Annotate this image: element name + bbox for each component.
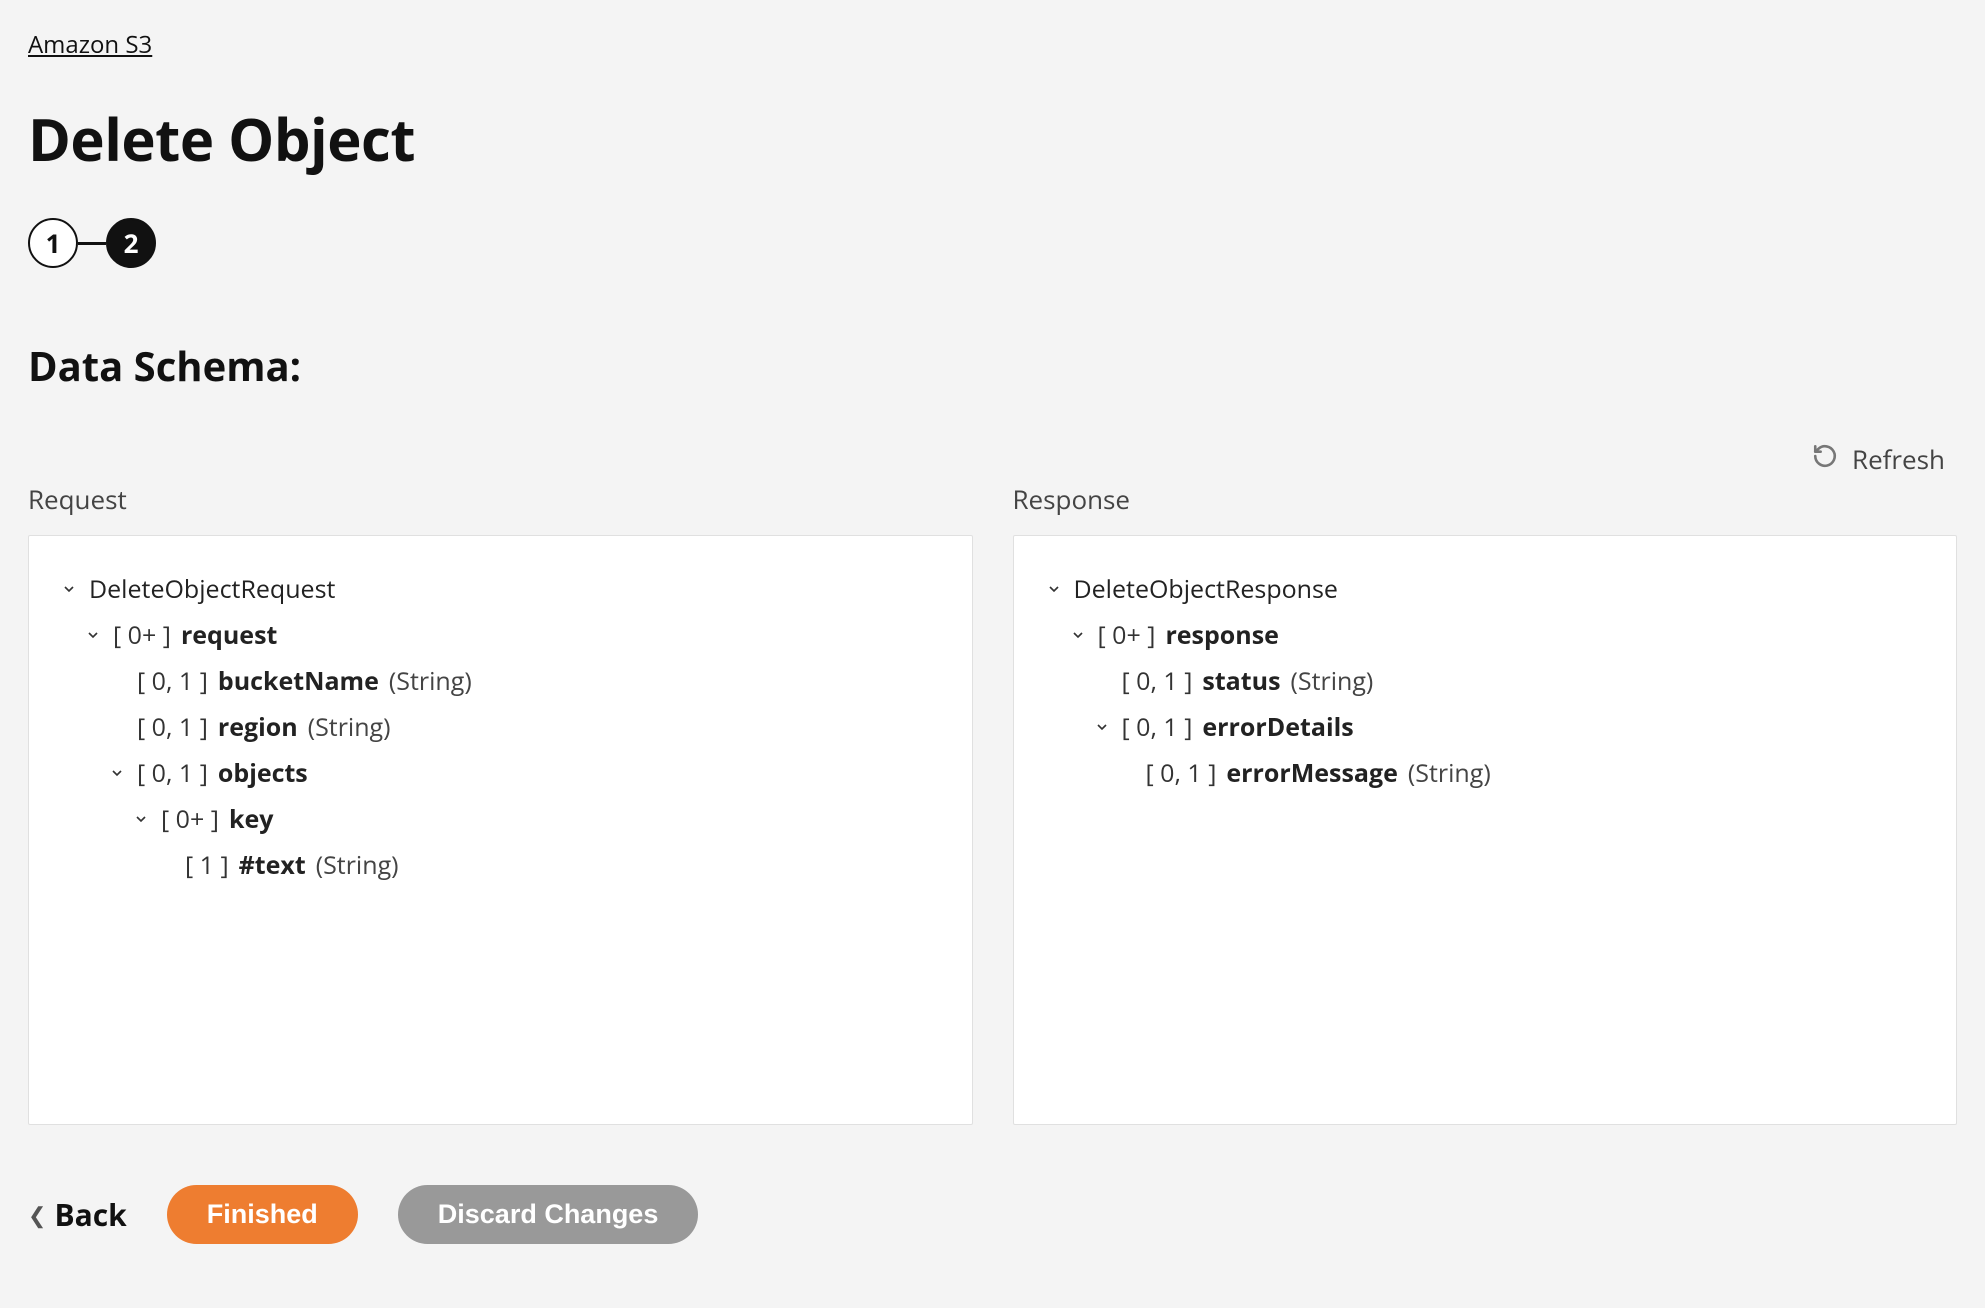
discard-changes-button[interactable]: Discard Changes <box>398 1185 699 1244</box>
refresh-button[interactable]: Refresh <box>1812 441 1945 477</box>
chevron-left-icon: ❮ <box>28 1200 46 1230</box>
tree-node-cardinality: [ 0, 1 ] <box>137 664 208 698</box>
response-column-label: Response <box>1013 481 1958 517</box>
tree-row-errormessage[interactable]: [ 0, 1 ] errorMessage (String) <box>1044 750 1927 796</box>
tree-row-request[interactable]: [ 0+ ] request <box>59 612 942 658</box>
chevron-down-icon[interactable] <box>1044 581 1064 597</box>
section-heading: Data Schema: <box>28 338 1957 393</box>
request-panel: DeleteObjectRequest [ 0+ ] request [ 0, … <box>28 535 973 1125</box>
tree-row-request-root[interactable]: DeleteObjectRequest <box>59 566 942 612</box>
tree-node-name: request <box>181 618 277 652</box>
chevron-down-icon[interactable] <box>107 765 127 781</box>
response-panel: DeleteObjectResponse [ 0+ ] response [ 0… <box>1013 535 1958 1125</box>
refresh-label: Refresh <box>1852 441 1945 477</box>
request-column-label: Request <box>28 481 973 517</box>
footer-actions: ❮ Back Finished Discard Changes <box>28 1185 1957 1244</box>
back-label: Back <box>54 1194 126 1235</box>
tree-node-name: region <box>218 710 298 744</box>
tree-node-type: (String) <box>1291 664 1374 698</box>
chevron-down-icon[interactable] <box>131 811 151 827</box>
tree-node-name: key <box>229 802 274 836</box>
tree-node-cardinality: [ 0, 1 ] <box>1146 756 1217 790</box>
tree-node-cardinality: [ 1 ] <box>185 848 229 882</box>
chevron-down-icon[interactable] <box>1092 719 1112 735</box>
tree-node-name: objects <box>218 756 308 790</box>
tree-node-type: (String) <box>308 710 391 744</box>
step-1[interactable]: 1 <box>28 218 78 268</box>
finished-button[interactable]: Finished <box>167 1185 358 1244</box>
tree-node-cardinality: [ 0+ ] <box>161 802 219 836</box>
tree-row-text[interactable]: [ 1 ] #text (String) <box>59 842 942 888</box>
tree-node-cardinality: [ 0+ ] <box>113 618 171 652</box>
stepper: 1 2 <box>28 218 1957 268</box>
tree-node-label: DeleteObjectResponse <box>1074 572 1338 606</box>
tree-row-objects[interactable]: [ 0, 1 ] objects <box>59 750 942 796</box>
tree-row-key[interactable]: [ 0+ ] key <box>59 796 942 842</box>
tree-node-name: response <box>1165 618 1278 652</box>
tree-row-response-root[interactable]: DeleteObjectResponse <box>1044 566 1927 612</box>
tree-node-name: errorMessage <box>1226 756 1398 790</box>
tree-node-name: errorDetails <box>1202 710 1353 744</box>
tree-node-label: DeleteObjectRequest <box>89 572 335 606</box>
step-connector <box>78 242 106 245</box>
tree-node-type: (String) <box>389 664 472 698</box>
tree-row-errordetails[interactable]: [ 0, 1 ] errorDetails <box>1044 704 1927 750</box>
refresh-icon <box>1812 441 1838 477</box>
tree-node-name: bucketName <box>218 664 379 698</box>
step-2[interactable]: 2 <box>106 218 156 268</box>
tree-node-cardinality: [ 0+ ] <box>1098 618 1156 652</box>
tree-row-status[interactable]: [ 0, 1 ] status (String) <box>1044 658 1927 704</box>
back-button[interactable]: ❮ Back <box>28 1194 127 1235</box>
tree-node-name: #text <box>239 848 306 882</box>
tree-node-type: (String) <box>1408 756 1491 790</box>
chevron-down-icon[interactable] <box>59 581 79 597</box>
tree-node-name: status <box>1202 664 1280 698</box>
chevron-down-icon[interactable] <box>1068 627 1088 643</box>
tree-node-type: (String) <box>316 848 399 882</box>
tree-node-cardinality: [ 0, 1 ] <box>1122 664 1193 698</box>
breadcrumb-link[interactable]: Amazon S3 <box>28 28 152 61</box>
tree-node-cardinality: [ 0, 1 ] <box>137 710 208 744</box>
tree-row-response[interactable]: [ 0+ ] response <box>1044 612 1927 658</box>
tree-node-cardinality: [ 0, 1 ] <box>137 756 208 790</box>
tree-row-bucketname[interactable]: [ 0, 1 ] bucketName (String) <box>59 658 942 704</box>
page-title: Delete Object <box>28 99 1957 178</box>
chevron-down-icon[interactable] <box>83 627 103 643</box>
tree-node-cardinality: [ 0, 1 ] <box>1122 710 1193 744</box>
tree-row-region[interactable]: [ 0, 1 ] region (String) <box>59 704 942 750</box>
